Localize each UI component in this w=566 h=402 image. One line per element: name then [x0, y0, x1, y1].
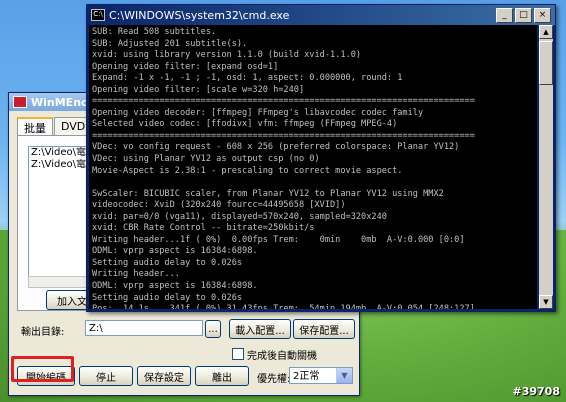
stop-button[interactable]: 停止 — [79, 366, 133, 386]
console-line: ========================================… — [92, 96, 475, 107]
console-line: Expand: -1 x -1, -1 ; -1, osd: 1, aspect… — [92, 73, 403, 84]
browse-button[interactable]: ... — [205, 320, 221, 338]
chevron-down-icon[interactable]: ▼ — [336, 368, 352, 383]
console-line: Selected video codec: [ffodivx] vfm: ffm… — [92, 119, 398, 130]
load-config-button[interactable]: 載入配置... — [229, 319, 291, 339]
cmd-titlebar[interactable]: C:\ C:\WINDOWS\system32\cmd.exe _ □ × — [87, 5, 555, 25]
scroll-thumb[interactable] — [539, 41, 553, 85]
console-line: videocodec: XviD (320x240 fourcc=4449565… — [92, 200, 346, 211]
console-line: Writing header... — [92, 269, 180, 280]
console-line: ODML: vprp aspect is 16384:6898. — [92, 281, 258, 292]
console-output[interactable]: SUB: Read 508 subtitles. SUB: Adjusted 2… — [89, 25, 537, 309]
priority-value: 2正常 — [293, 371, 320, 382]
auto-shutdown-label: 完成後自動關機 — [247, 351, 317, 362]
save-settings-button[interactable]: 保存設定 — [137, 366, 191, 386]
cmd-window: C:\ C:\WINDOWS\system32\cmd.exe _ □ × SU… — [86, 4, 556, 312]
app-icon — [13, 96, 27, 108]
console-line: Movie-Aspect is 2.38:1 - prescaling to c… — [92, 165, 403, 176]
save-config-button[interactable]: 保存配置... — [293, 319, 355, 339]
priority-label: 優先權: — [257, 374, 291, 385]
exit-button[interactable]: 離出 — [195, 366, 249, 386]
console-text: SUB: Read 508 subtitles. SUB: Adjusted 2… — [89, 25, 537, 309]
console-line: ODML: vprp aspect is 16384:6898. — [92, 246, 258, 257]
priority-select[interactable]: 2正常 ▼ — [289, 367, 353, 384]
console-line: Writing header...1f ( 0%) 0.00fps Trem: … — [92, 234, 465, 245]
console-line: xvid: using library version 1.1.0 (build… — [92, 50, 362, 61]
console-line: SUB: Adjusted 201 subtitle(s). — [92, 38, 248, 49]
watermark: #39708 — [512, 385, 561, 398]
scroll-down-icon[interactable]: ▼ — [539, 295, 553, 309]
close-button[interactable]: × — [534, 8, 551, 23]
console-line: Opening video filter: [scale w=320 h=240… — [92, 84, 305, 95]
cmd-title: C:\WINDOWS\system32\cmd.exe — [109, 8, 290, 22]
maximize-button[interactable]: □ — [515, 8, 532, 23]
console-line: Opening video filter: [expand osd=1] — [92, 61, 279, 72]
minimize-button[interactable]: _ — [496, 8, 513, 23]
console-icon: C:\ — [91, 9, 105, 21]
console-line: Setting audio delay to 0.026s — [92, 292, 243, 303]
console-line: Opening video decoder: [ffmpeg] FFmpeg's… — [92, 107, 424, 118]
console-line: SUB: Read 508 subtitles. — [92, 27, 217, 37]
console-line: Pos: 14.1s 341f ( 0%) 31.43fps Trem: 54m… — [92, 304, 475, 309]
console-line: VDec: using Planar YV12 as output csp (n… — [92, 154, 320, 165]
auto-shutdown-checkbox[interactable] — [232, 348, 244, 360]
console-line: VDec: vo config request - 608 x 256 (pre… — [92, 142, 460, 153]
console-line: xvid: par=0/0 (vga11), displayed=570x240… — [92, 211, 387, 222]
output-dir-label: 輸出目錄: — [21, 327, 65, 338]
scroll-up-icon[interactable]: ▲ — [539, 25, 553, 39]
console-line: xvid: CBR Rate Control -- bitrate=250kbi… — [92, 223, 315, 234]
start-button-highlight — [11, 356, 74, 382]
console-line: ========================================… — [92, 130, 475, 141]
window-controls: _ □ × — [496, 8, 551, 23]
console-line: Setting audio delay to 0.026s — [92, 257, 243, 268]
output-dir-field[interactable]: Z:\ — [85, 320, 203, 336]
console-scrollbar[interactable]: ▲ ▼ — [539, 25, 553, 309]
console-line: SwScaler: BICUBIC scaler, from Planar YV… — [92, 188, 444, 199]
